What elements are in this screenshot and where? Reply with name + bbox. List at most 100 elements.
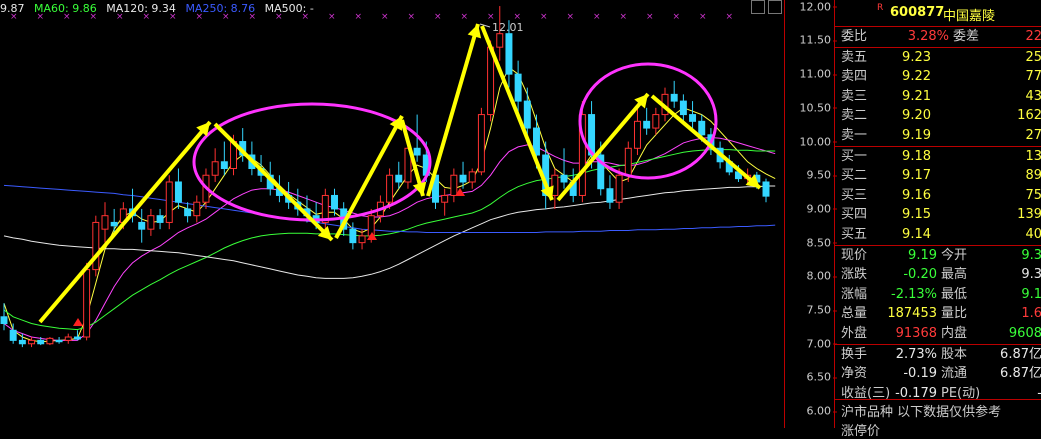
quote-stats: 现价 9.19 今开 9.3 涨跌 -0.20 最高 9.3 涨幅 -2.13% 最… xyxy=(835,244,1041,344)
candle-body xyxy=(560,174,568,183)
stat-value: 9.19 xyxy=(908,247,937,263)
event-marker: × xyxy=(646,12,654,22)
y-tick-label: 10.50 xyxy=(799,101,837,115)
stat-label: 外盘 xyxy=(841,325,868,341)
chart-setting-icon[interactable] xyxy=(751,0,765,14)
stock-name: 中国嘉陵 xyxy=(943,9,996,24)
event-marker: × xyxy=(593,12,601,22)
candle-body xyxy=(184,208,192,217)
candle-body xyxy=(441,194,449,203)
candle-body xyxy=(633,120,641,149)
stat-label: 净资 xyxy=(841,366,868,382)
stat-row: 外盘 91368 内盘 9608 xyxy=(835,324,1041,344)
stat-value: 6.87亿 xyxy=(1000,366,1041,382)
weicha-label: 委差 xyxy=(953,29,980,44)
candle-body xyxy=(138,221,146,230)
stat-value: 9608 xyxy=(1008,325,1041,341)
candle-body xyxy=(83,269,91,338)
price-axis: 12.00 11.50 11.00 10.50 10.00 9.50 9.00 8.50 8.0… xyxy=(784,0,837,428)
order-qty: 139 xyxy=(1017,207,1041,223)
order-price: 9.15 xyxy=(902,207,931,223)
candle-body xyxy=(468,171,476,183)
y-tick-label: 8.00 xyxy=(806,269,837,283)
y-tick-label: 7.00 xyxy=(806,337,837,351)
stat-label: 股本 xyxy=(941,346,968,362)
ma-legend-item: MA120: 9.34 xyxy=(106,2,176,15)
r-badge: R xyxy=(877,3,884,13)
y-tick-label: 6.50 xyxy=(806,370,837,384)
order-qty: 75 xyxy=(1025,187,1041,203)
order-label: 买三 xyxy=(841,187,868,203)
y-tick-label: 10.00 xyxy=(799,135,837,149)
order-row: 买三 9.16 75 xyxy=(835,186,1041,206)
order-qty: 13 xyxy=(1025,148,1041,164)
webi-label: 委比 xyxy=(841,29,868,44)
candle-body xyxy=(514,73,522,102)
stat-label: 最低 xyxy=(941,286,968,302)
order-row: 卖三 9.21 43 xyxy=(835,87,1041,107)
ma-legend-item: MA60: 9.86 xyxy=(34,2,97,15)
order-label: 买四 xyxy=(841,207,868,223)
candle-body xyxy=(624,147,632,176)
order-price: 9.18 xyxy=(902,148,931,164)
event-marker: × xyxy=(540,12,548,22)
order-label: 卖四 xyxy=(841,69,868,85)
stat-value: 9.3 xyxy=(1021,247,1041,263)
order-qty: 77 xyxy=(1025,69,1041,85)
kline-chart[interactable]: × × × × × × × × × × × × × × × × × × × × × × × × × × × × 12.01 9.87 … xyxy=(0,0,784,428)
order-price: 9.19 xyxy=(902,127,931,143)
candle-body xyxy=(689,114,697,122)
stat-label: 总量 xyxy=(841,306,868,322)
ma-legend-item: 9.87 xyxy=(0,2,25,15)
order-row: 买四 9.15 139 xyxy=(835,205,1041,225)
trend-arrow-line xyxy=(213,122,334,242)
event-marker: × xyxy=(328,12,336,22)
kline-chart-svg[interactable]: × × × × × × × × × × × × × × × × × × × × × × × × × × × × 12.01 xyxy=(0,0,784,428)
chart-option-icon[interactable] xyxy=(768,0,782,14)
order-qty: 89 xyxy=(1025,168,1041,184)
trend-arrow-line xyxy=(426,23,480,197)
candle-body xyxy=(459,174,467,183)
order-price: 9.17 xyxy=(902,168,931,184)
event-marker: × xyxy=(381,12,389,22)
peak-price-label: 12.01 xyxy=(492,21,524,34)
candle-body xyxy=(386,174,394,203)
candle-body xyxy=(110,221,118,227)
quote-panel: R 600877 中国嘉陵 委比 3.28% 委差 22 卖五 9.23 25 卖… xyxy=(834,0,1041,439)
candle-body xyxy=(349,228,357,244)
event-marker: × xyxy=(620,12,628,22)
stat-label: 换手 xyxy=(841,346,868,362)
event-marker: × xyxy=(726,12,734,22)
order-label: 买一 xyxy=(841,148,868,164)
candle-body xyxy=(64,336,72,341)
ma-line-ma_mid xyxy=(3,136,776,341)
candle-body xyxy=(193,201,201,217)
candle-body xyxy=(477,114,485,173)
candle-body xyxy=(331,194,338,210)
stat-label: 量比 xyxy=(941,306,968,322)
fundamental-stats: 换手 2.73% 股本 6.87亿 净资 -0.19 流通 6.87亿 收益(三) … xyxy=(835,343,1041,404)
market-note: 沪市品种 以下数据仅供参考 xyxy=(841,405,1002,420)
candle-body xyxy=(505,33,513,75)
limit-up-label: 涨停价 xyxy=(841,424,881,439)
order-qty: 25 xyxy=(1025,49,1041,65)
order-qty: 162 xyxy=(1017,108,1041,124)
candle-body xyxy=(367,215,375,237)
ma-legend-item: MA500: - xyxy=(264,2,314,15)
candle-body xyxy=(92,221,100,271)
candle-body xyxy=(670,93,678,102)
order-price: 9.23 xyxy=(902,49,931,65)
event-marker: × xyxy=(461,12,469,22)
ma-legend-item: MA250: 8.76 xyxy=(185,2,256,15)
candle-body xyxy=(37,339,45,345)
stat-row: 涨幅 -2.13% 最低 9.1 xyxy=(835,285,1041,305)
stat-label: 内盘 xyxy=(941,325,968,341)
stat-label: 涨幅 xyxy=(841,286,868,302)
order-price: 9.14 xyxy=(902,226,931,242)
stat-value: -2.13% xyxy=(891,286,937,302)
ma-legend: 9.87 MA60: 9.86 MA120: 9.34 MA250: 8.76 … xyxy=(0,2,320,16)
order-qty: 40 xyxy=(1025,226,1041,242)
candle-body xyxy=(147,215,155,230)
y-tick-label: 6.00 xyxy=(806,404,837,418)
event-marker: × xyxy=(699,12,707,22)
